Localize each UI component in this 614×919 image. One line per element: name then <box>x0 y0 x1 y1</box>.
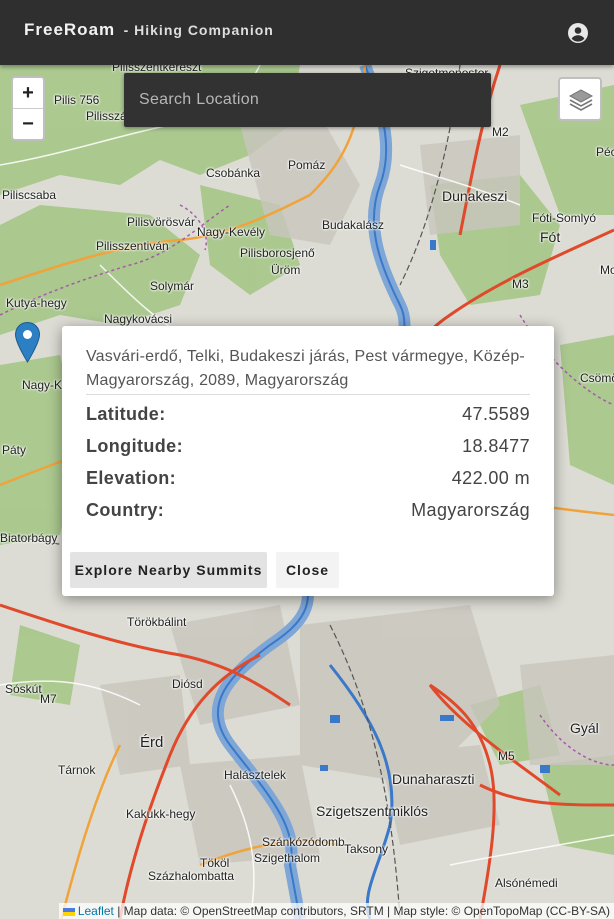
map-label: Piliscsaba <box>2 188 57 202</box>
zoom-in-button[interactable]: + <box>13 78 43 108</box>
country-row: Country: Magyarország <box>86 500 530 524</box>
map-label: Fóti-Somlyó <box>532 211 597 225</box>
search-box <box>124 73 491 127</box>
map-label: Budakalász <box>322 218 385 232</box>
location-popup: Vasvári-erdő, Telki, Budakeszi járás, Pe… <box>62 326 554 596</box>
map-label: Szigetszentmiklós <box>316 803 429 819</box>
account-button[interactable] <box>566 21 590 45</box>
map-label: Fót <box>540 229 561 245</box>
map-label: Kutya-hegy <box>6 296 67 310</box>
map-label: Csömör <box>580 371 614 385</box>
country-label: Country: <box>86 500 165 520</box>
map-label: Üröm <box>271 263 301 277</box>
layers-button[interactable] <box>558 77 602 121</box>
elevation-label: Elevation: <box>86 468 177 488</box>
map-label: Sóskút <box>5 682 42 696</box>
map-label: Tököl <box>200 856 230 870</box>
map-label: Alsónémedi <box>495 876 558 890</box>
map-label: Mo <box>600 263 614 277</box>
map-label: Páty <box>2 443 27 457</box>
map-label: Százhalombatta <box>148 869 235 883</box>
map-label: Érd <box>140 734 164 751</box>
latitude-value: 47.5589 <box>462 404 530 424</box>
map-label: Pilisszá <box>86 109 127 123</box>
ukraine-flag-icon <box>62 907 75 916</box>
map-label: M3 <box>512 277 529 291</box>
map-label: Diósd <box>172 677 203 691</box>
map-label: Halásztelek <box>224 768 287 782</box>
location-marker[interactable] <box>14 321 41 363</box>
map-label: Pilisvörösvár <box>127 215 196 229</box>
longitude-label: Longitude: <box>86 436 183 456</box>
layers-icon <box>568 89 594 111</box>
map-label: Csobánka <box>206 166 261 180</box>
map-marker-icon <box>14 321 41 363</box>
map-label: Pilisborosjenő <box>240 246 315 260</box>
map-label: Nagykovácsi <box>104 312 173 326</box>
elevation-value: 422.00 m <box>451 468 530 488</box>
map-label: Pécel <box>596 145 614 159</box>
explore-nearby-summits-button[interactable]: Explore Nearby Summits <box>70 552 267 588</box>
map-label: Szigethalom <box>254 851 321 865</box>
close-button[interactable]: Close <box>276 552 339 588</box>
map-label: Nagy-Kevély <box>197 225 266 239</box>
map-label: Dunaharaszti <box>392 771 475 787</box>
app-subtitle: - Hiking Companion <box>123 22 274 38</box>
account-circle-icon <box>568 23 588 43</box>
map-label: Taksony <box>344 842 389 856</box>
map-label: M7 <box>40 692 57 706</box>
attribution-text: | Map data: © OpenStreetMap contributors… <box>117 904 610 918</box>
map-label: Biatorbágy <box>0 531 58 545</box>
map-label: Pilis 756 <box>54 93 100 107</box>
longitude-value: 18.8477 <box>462 436 530 456</box>
latitude-label: Latitude: <box>86 404 166 424</box>
search-input[interactable] <box>124 73 491 127</box>
map-label: Pomáz <box>288 158 326 172</box>
map-label: Dunakeszi <box>442 188 508 204</box>
map-label: Pilisszentiván <box>96 239 169 253</box>
zoom-control: + − <box>11 76 45 141</box>
map-label: Törökbálint <box>127 615 187 629</box>
popup-divider <box>86 394 530 395</box>
leaflet-link[interactable]: Leaflet <box>78 904 114 918</box>
map-label: Szánkózódomb <box>262 835 345 849</box>
map-view[interactable]: Pilisszentkereszt Szigetmonostor Pilis 7… <box>0 65 614 919</box>
latitude-row: Latitude: 47.5589 <box>86 404 530 428</box>
app-root: FreeRoam - Hiking Companion Pilisszentke… <box>0 0 614 919</box>
app-name: FreeRoam <box>24 20 116 39</box>
country-value: Magyarország <box>411 500 530 520</box>
map-attribution: Leaflet | Map data: © OpenStreetMap cont… <box>58 903 614 919</box>
top-bar: FreeRoam - Hiking Companion <box>0 0 614 65</box>
map-label: Kakukk-hegy <box>126 807 196 821</box>
map-label: Solymár <box>150 279 195 293</box>
map-label: Tárnok <box>58 763 96 777</box>
brand: FreeRoam - Hiking Companion <box>24 20 274 40</box>
popup-address: Vasvári-erdő, Telki, Budakeszi járás, Pe… <box>86 348 525 389</box>
elevation-row: Elevation: 422.00 m <box>86 468 530 492</box>
map-label: Gyál <box>570 720 599 736</box>
map-label: M5 <box>498 749 515 763</box>
longitude-row: Longitude: 18.8477 <box>86 436 530 460</box>
map-label: M2 <box>492 125 509 139</box>
zoom-out-button[interactable]: − <box>13 108 43 139</box>
